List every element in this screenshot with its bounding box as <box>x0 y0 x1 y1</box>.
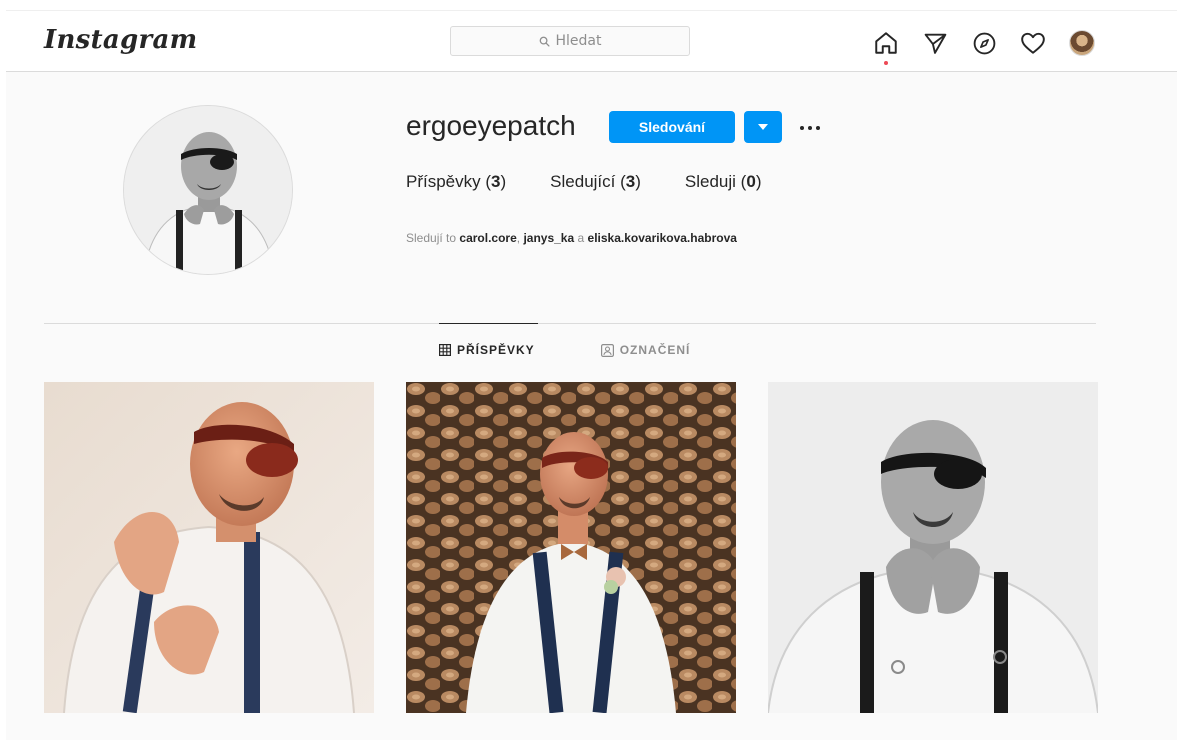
activity-icon[interactable] <box>1017 27 1049 59</box>
grid-icon <box>439 344 451 356</box>
followed-by-prefix: Sledují to <box>406 231 457 245</box>
top-navigation-bar: Instagram Hledat <box>6 10 1177 72</box>
profile-page: ergoeyepatch Sledování Příspěvky (3) Sle… <box>6 72 1177 740</box>
more-options-button[interactable] <box>794 114 826 142</box>
profile-tabs: PŘÍSPĚVKY OZNAČENÍ <box>439 343 690 357</box>
tab-posts[interactable]: PŘÍSPĚVKY <box>439 343 535 357</box>
profile-picture[interactable] <box>123 105 293 275</box>
stat-following[interactable]: Sleduji (0) <box>685 172 762 192</box>
notification-dot <box>884 61 888 65</box>
home-icon[interactable] <box>870 27 902 65</box>
instagram-logo[interactable]: Instagram <box>44 25 198 55</box>
post-thumbnail[interactable] <box>406 382 736 713</box>
tab-label: PŘÍSPĚVKY <box>457 343 535 357</box>
tabs-divider <box>44 323 1096 324</box>
stat-count: 3 <box>625 172 636 191</box>
stat-label: Sleduji <box>684 172 736 191</box>
nav-icons <box>870 27 1098 65</box>
post-thumbnail[interactable] <box>44 382 374 713</box>
tab-label: OZNAČENÍ <box>619 343 691 357</box>
following-button[interactable]: Sledování <box>609 111 735 143</box>
stat-count: 0 <box>746 172 756 191</box>
stat-count: 3 <box>491 172 501 191</box>
direct-icon[interactable] <box>919 27 951 59</box>
avatar <box>1069 30 1095 56</box>
suggestions-dropdown-button[interactable] <box>744 111 782 143</box>
profile-username: ergoeyepatch <box>406 110 576 141</box>
profile-avatar[interactable] <box>1066 27 1098 59</box>
stat-label: Příspěvky <box>406 172 481 191</box>
stat-posts[interactable]: Příspěvky (3) <box>406 172 506 192</box>
conjunction-text: a <box>577 231 585 245</box>
followed-by-text: Sledují to carol.core, janys_ka a eliska… <box>406 231 737 245</box>
explore-icon[interactable] <box>968 27 1000 59</box>
profile-stats: Příspěvky (3) Sledující (3) Sleduji (0) <box>406 172 805 192</box>
post-thumbnail[interactable] <box>768 382 1098 713</box>
dot <box>808 126 812 130</box>
follower-link[interactable]: carol.core <box>459 231 516 245</box>
dot <box>800 126 804 130</box>
posts-grid <box>44 382 1098 713</box>
tagged-icon <box>600 343 614 357</box>
stat-label: Sledující <box>550 172 616 191</box>
tab-tagged[interactable]: OZNAČENÍ <box>600 343 691 357</box>
follower-link[interactable]: janys_ka <box>523 231 574 245</box>
stat-followers[interactable]: Sledující (3) <box>550 172 641 192</box>
chevron-down-icon <box>758 124 768 130</box>
search-icon <box>539 36 550 47</box>
active-tab-indicator <box>439 323 538 324</box>
dot <box>816 126 820 130</box>
search-placeholder: Hledat <box>555 33 602 49</box>
follower-link[interactable]: eliska.kovarikova.habrova <box>588 231 737 245</box>
search-input[interactable]: Hledat <box>450 26 690 56</box>
